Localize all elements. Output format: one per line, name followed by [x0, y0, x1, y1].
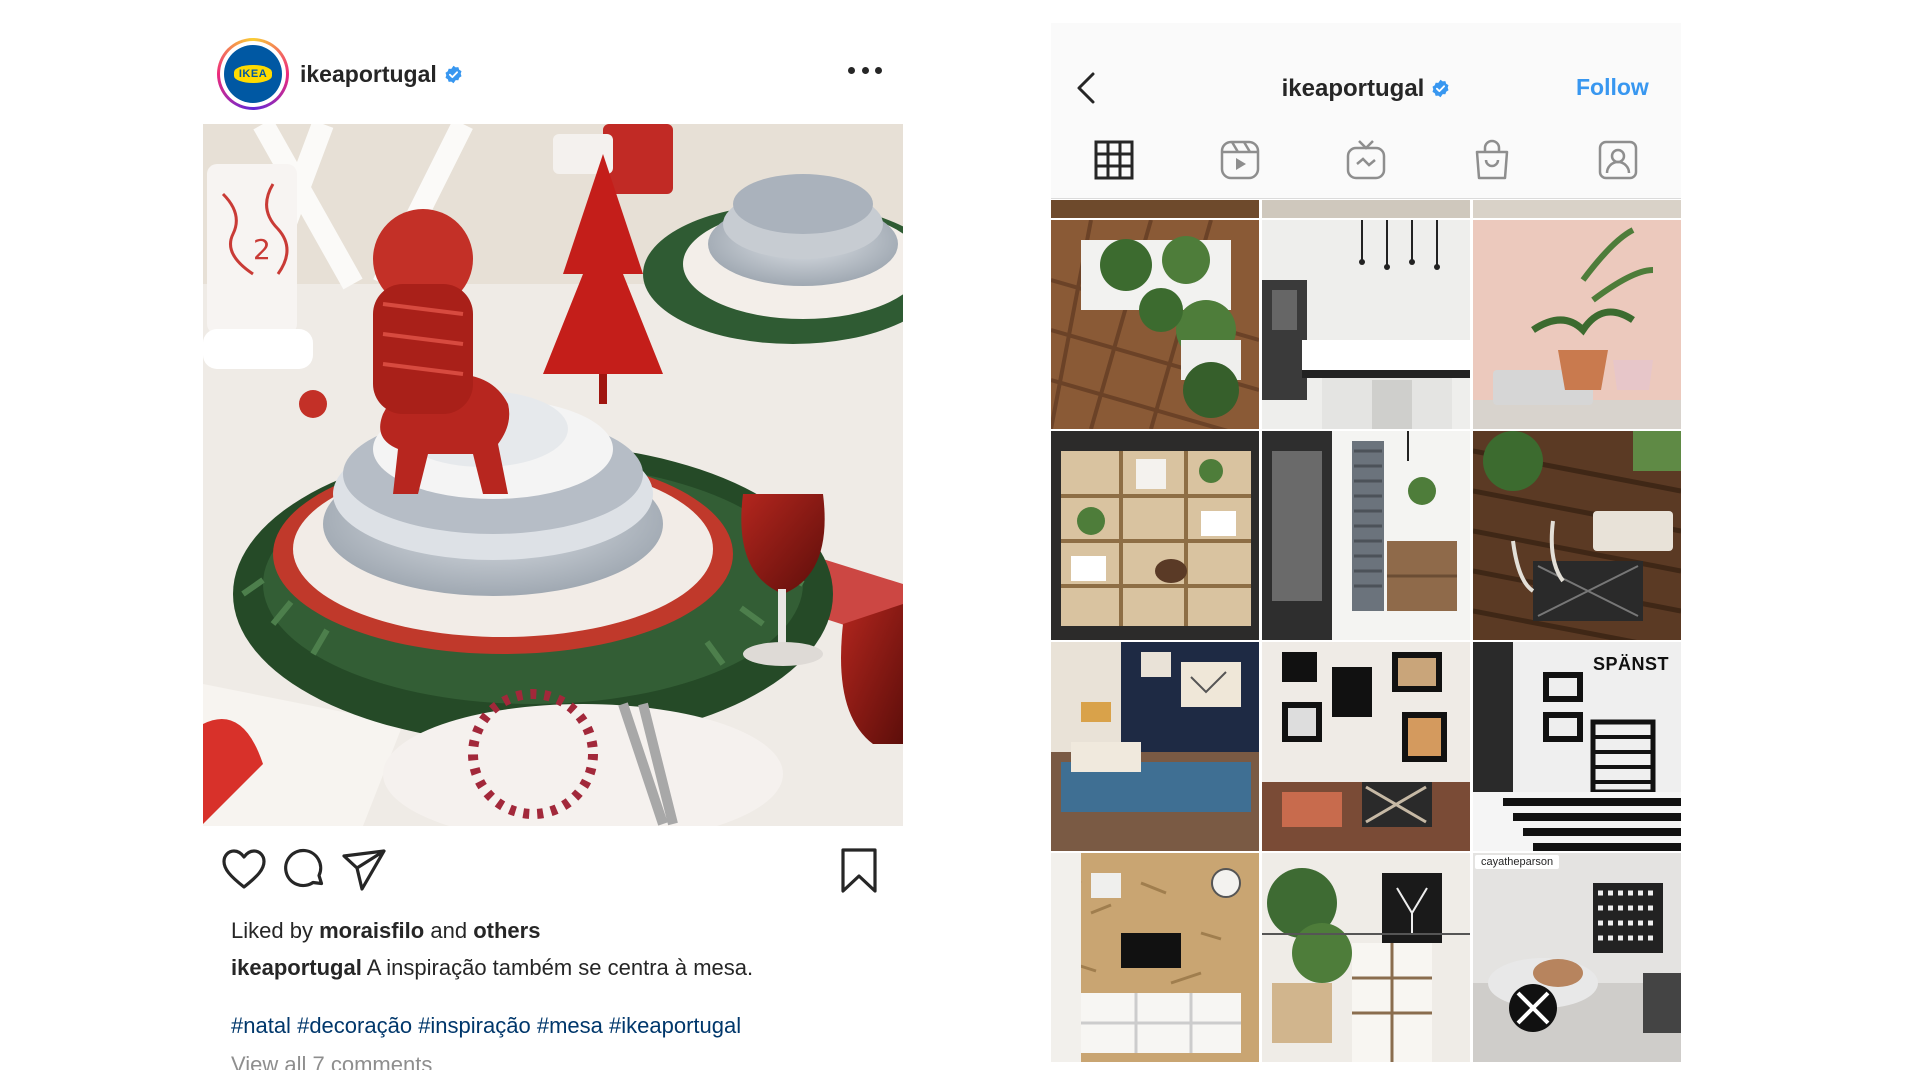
grid-tile-partial[interactable] — [1051, 200, 1259, 218]
hashtag-link[interactable]: #mesa — [537, 1013, 603, 1038]
grid-tile[interactable] — [1262, 853, 1470, 1062]
verified-badge-icon — [445, 65, 462, 84]
shop-icon[interactable] — [1469, 137, 1515, 183]
reels-icon[interactable] — [1217, 137, 1263, 183]
hashtag-link[interactable]: #decoração — [297, 1013, 412, 1038]
hashtags: #natal #decoração #inspiração #mesa #ike… — [231, 1013, 741, 1039]
profile-screen: ikeaportugal Follow SPÄNST cayatheparson — [1051, 23, 1681, 1068]
grid-tile[interactable]: cayatheparson — [1473, 853, 1681, 1062]
ikea-logo: IKEA — [224, 45, 282, 103]
tile-caption-spanst: SPÄNST — [1592, 654, 1669, 674]
photo-grid: SPÄNST cayatheparson — [1051, 200, 1681, 1068]
grid-tile[interactable] — [1473, 220, 1681, 429]
post-username[interactable]: ikeaportugal — [300, 61, 463, 88]
liked-by-user[interactable]: moraisfilo — [319, 918, 424, 943]
grid-tile[interactable] — [1262, 642, 1470, 851]
grid-tile-partial[interactable] — [1473, 200, 1681, 218]
profile-topbar: ikeaportugal Follow — [1051, 23, 1681, 199]
liked-by-others[interactable]: others — [473, 918, 540, 943]
caption-username[interactable]: ikeaportugal — [231, 955, 362, 980]
grid-tile[interactable] — [1051, 220, 1259, 429]
hashtag-link[interactable]: #ikeaportugal — [609, 1013, 741, 1038]
view-comments-link[interactable]: View all 7 comments — [231, 1052, 432, 1070]
grid-tile[interactable]: SPÄNST — [1473, 642, 1681, 851]
paper-plane-icon[interactable] — [340, 846, 388, 894]
bookmark-icon[interactable] — [835, 846, 883, 894]
christmas-table-photo: 2 — [203, 124, 903, 826]
follow-button[interactable]: Follow — [1576, 74, 1649, 101]
grid-tile[interactable] — [1051, 642, 1259, 851]
hashtag-link[interactable]: #natal — [231, 1013, 291, 1038]
post-photo[interactable]: 2 — [203, 124, 903, 826]
igtv-icon[interactable] — [1343, 137, 1389, 183]
grid-tile[interactable] — [1262, 431, 1470, 640]
hashtag-link[interactable]: #inspiração — [418, 1013, 531, 1038]
post-card: IKEA ikeaportugal 2 Liked by moraisfilo … — [203, 38, 903, 1080]
tile-tag-label: cayatheparson — [1475, 855, 1560, 869]
heart-icon[interactable] — [220, 846, 268, 894]
post-caption: ikeaportugal A inspiração também se cent… — [231, 955, 754, 980]
liked-by-text: Liked by moraisfilo and others — [231, 918, 541, 943]
grid-tile[interactable] — [1473, 431, 1681, 640]
post-header: IKEA ikeaportugal — [203, 38, 903, 114]
tagged-icon[interactable] — [1595, 137, 1641, 183]
grid-tile[interactable] — [1262, 220, 1470, 429]
more-dots-icon[interactable] — [848, 60, 882, 80]
svg-text:2: 2 — [253, 233, 271, 266]
post-username-text[interactable]: ikeaportugal — [300, 61, 437, 87]
verified-badge-icon — [1432, 79, 1449, 98]
comment-icon[interactable] — [280, 846, 328, 894]
grid-tile[interactable] — [1051, 853, 1259, 1062]
grid-tile-partial[interactable] — [1262, 200, 1470, 218]
avatar[interactable]: IKEA — [217, 38, 289, 110]
grid-icon[interactable] — [1091, 137, 1137, 183]
post-actions — [203, 846, 903, 900]
grid-tile[interactable] — [1051, 431, 1259, 640]
